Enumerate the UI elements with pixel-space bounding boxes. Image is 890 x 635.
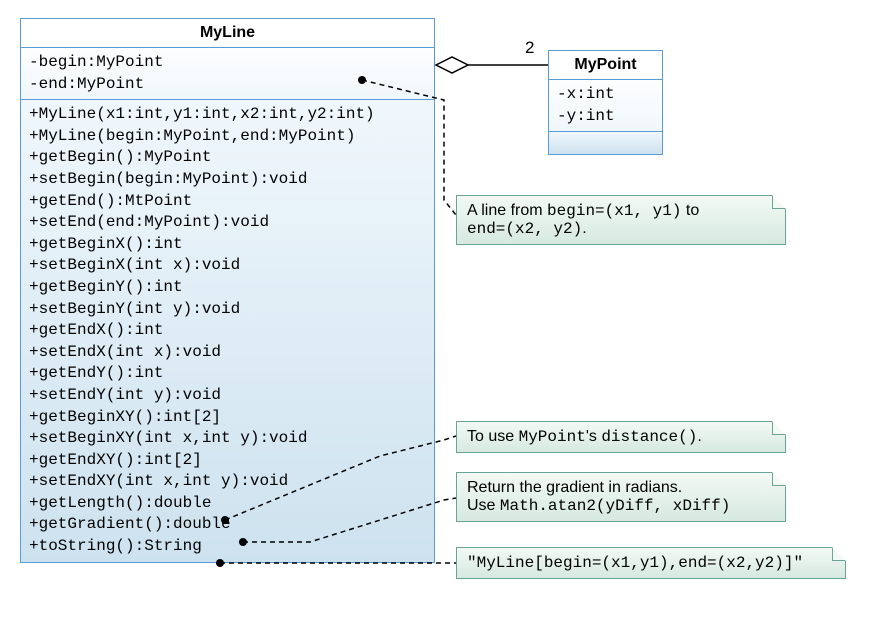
method: +getBeginXY():int[2] [29,407,426,429]
uml-class-myline: MyLine -begin:MyPoint -end:MyPoint +MyLi… [20,18,435,563]
method: +getEndX():int [29,320,426,342]
attributes-section: -x:int -y:int [549,80,662,132]
method: +getEnd():MtPoint [29,191,426,213]
note-fold-icon [832,547,846,561]
note-code: distance() [601,428,697,446]
method: +setBeginX(int x):void [29,255,426,277]
note-fold-icon [772,472,786,486]
attribute: -end:MyPoint [29,74,426,96]
attributes-section: -begin:MyPoint -end:MyPoint [21,48,434,100]
uml-note-constructor: A line from begin=(x1, y1) to end=(x2, y… [456,195,786,245]
note-text: . [697,428,701,445]
uml-note-getlength: To use MyPoint's distance(). [456,421,786,453]
note-code: "MyLine[begin=(x1,y1),end=(x2,y2)]" [467,554,803,572]
aggregation-connector [436,57,548,73]
note-code: begin=(x1, y1) [547,202,681,220]
method: +getLength():double [29,493,426,515]
class-title: MyLine [21,19,434,48]
method: +setBeginY(int y):void [29,299,426,321]
methods-section: +MyLine(x1:int,y1:int,x2:int,y2:int) +My… [21,100,434,561]
method: +getBegin():MyPoint [29,147,426,169]
method: +MyLine(begin:MyPoint,end:MyPoint) [29,126,426,148]
note-text: To use [467,428,519,445]
method: +toString():String [29,536,426,558]
method: +getEndY():int [29,363,426,385]
attribute: -begin:MyPoint [29,52,426,74]
method: +setEndXY(int x,int y):void [29,471,426,493]
note-fold-icon [772,421,786,435]
attribute: -y:int [557,106,654,128]
method: +getBeginX():int [29,234,426,256]
note-code: end=(x2, y2) [467,220,582,238]
methods-section-empty [549,132,662,154]
uml-note-tostring: "MyLine[begin=(x1,y1),end=(x2,y2)]" [456,547,846,579]
method: +setBegin(begin:MyPoint):void [29,169,426,191]
method: +MyLine(x1:int,y1:int,x2:int,y2:int) [29,104,426,126]
method: +getEndXY():int[2] [29,450,426,472]
class-title: MyPoint [549,51,662,80]
note-text: 's [586,428,602,445]
method: +setEndX(int x):void [29,342,426,364]
uml-note-getgradient: Return the gradient in radians. Use Math… [456,472,786,522]
method: +getGradient():double [29,514,426,536]
note-text: Return the gradient in radians. [467,479,682,496]
uml-class-mypoint: MyPoint -x:int -y:int [548,50,663,155]
method: +getBeginY():int [29,277,426,299]
method: +setEndY(int y):void [29,385,426,407]
note-text: . [582,220,586,237]
note-text: Use [467,497,500,514]
note-text: to [681,202,699,219]
note-text: A line from [467,202,547,219]
attribute: -x:int [557,84,654,106]
method: +setEnd(end:MyPoint):void [29,212,426,234]
note-fold-icon [772,195,786,209]
note-code: MyPoint [519,428,586,446]
note-code: Math.atan2(yDiff, xDiff) [500,497,730,515]
method: +setBeginXY(int x,int y):void [29,428,426,450]
multiplicity-label: 2 [525,38,534,58]
